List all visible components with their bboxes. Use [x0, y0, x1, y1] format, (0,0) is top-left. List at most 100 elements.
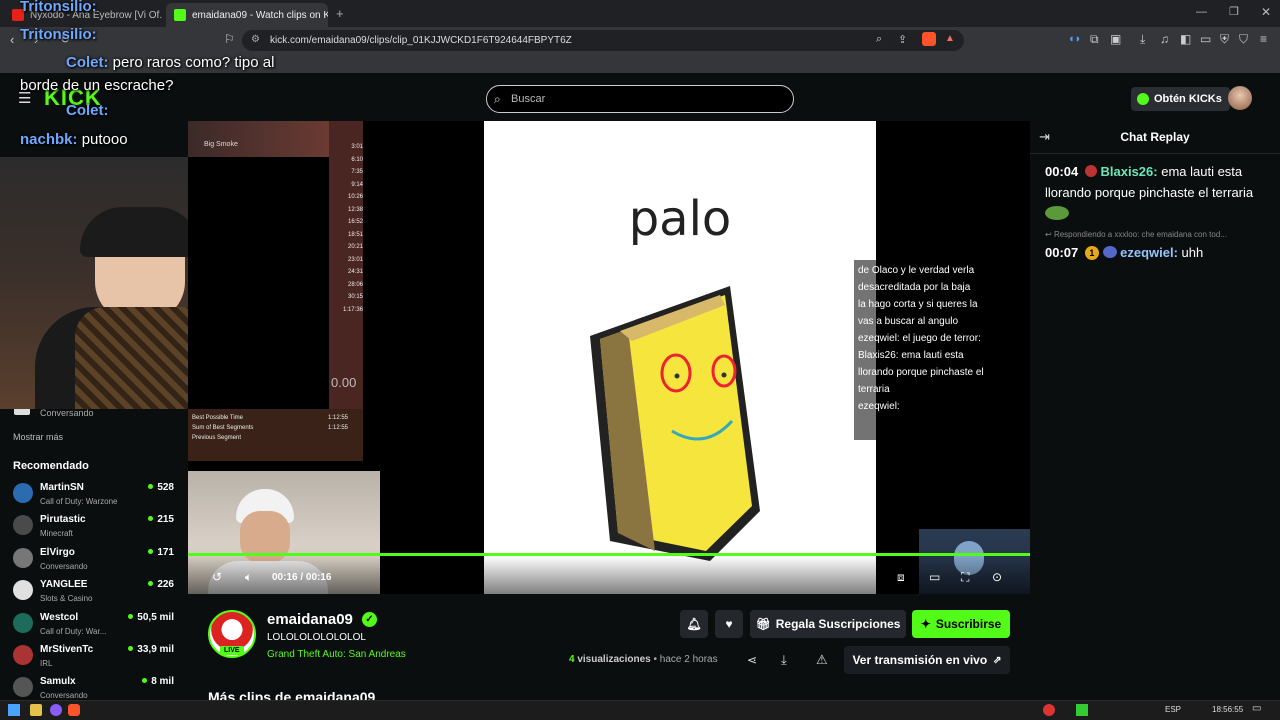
chat-username[interactable]: ezeqwiel:: [1120, 245, 1178, 260]
show-more-link[interactable]: Mostrar más: [13, 432, 63, 442]
chat-username[interactable]: Blaxis26:: [1101, 164, 1158, 179]
screenshot-icon[interactable]: ▣: [1110, 32, 1121, 46]
split-time: 28:06: [347, 281, 363, 288]
url-field[interactable]: ⚙ kick.com/emaidana09/clips/clip_01KJJWC…: [242, 30, 964, 51]
viewer-count: 33,9 mil: [128, 644, 174, 655]
clip-age: • hace 2 horas: [653, 654, 718, 665]
clip-settings-icon[interactable]: ⊙: [992, 570, 1002, 584]
gift-subs-button[interactable]: 🎁︎ Regala Suscripciones: [750, 610, 906, 638]
avatar: [13, 515, 33, 535]
sidebar-item-mrstiventc[interactable]: MrStivenTc IRL 33,9 mil: [13, 644, 183, 676]
bookmark-icon[interactable]: ⚐: [224, 32, 235, 46]
notifications-button[interactable]: 🔔︎: [680, 610, 708, 638]
notifications-icon[interactable]: ▭: [1252, 703, 1261, 714]
sidebar-icon[interactable]: ◧: [1180, 32, 1191, 46]
channel-name[interactable]: emaidana09: [267, 611, 353, 628]
channel-name: MartinSN: [40, 482, 84, 493]
puzzle-icon[interactable]: ⧉: [1090, 32, 1099, 47]
user-badge-icon: [1102, 246, 1117, 258]
sidebar-item-elvirgo[interactable]: ElVirgo Conversando 171: [13, 547, 183, 579]
vpn-icon[interactable]: ⛨: [1220, 32, 1229, 47]
share-icon[interactable]: ⇪: [898, 33, 907, 46]
avatar: [13, 645, 33, 665]
windows-start-icon[interactable]: [8, 704, 20, 716]
file-explorer-icon[interactable]: [30, 704, 42, 716]
live-dot-icon: [148, 484, 154, 489]
avatar: [13, 483, 33, 503]
channel-category: Conversando: [40, 562, 88, 571]
split-time: 9:14: [351, 181, 363, 188]
site-info-icon[interactable]: ⚙: [251, 34, 260, 45]
tray-icon[interactable]: [1076, 704, 1088, 716]
language-indicator[interactable]: ESP: [1165, 705, 1181, 714]
volume-icon[interactable]: 🔈︎: [245, 570, 252, 585]
theater-icon[interactable]: ▭: [929, 570, 940, 584]
live-badge: LIVE: [220, 646, 244, 655]
viewer-count-value: 171: [157, 547, 174, 558]
back-icon[interactable]: ‹: [10, 32, 14, 47]
subscribe-button[interactable]: ✦ Suscribirse: [912, 610, 1010, 638]
split-time: 23:01: [347, 256, 363, 263]
get-kicks-button[interactable]: Obtén KICKs: [1131, 87, 1230, 111]
follow-button[interactable]: ♥: [715, 610, 743, 638]
extension-icon[interactable]: ◖◗: [1068, 33, 1081, 45]
close-window-icon[interactable]: ✕: [1261, 5, 1271, 19]
split-footer-label: Sum of Best Segments: [192, 425, 254, 431]
menu-icon[interactable]: ≡: [1260, 32, 1267, 46]
viewer-count: 215: [148, 514, 174, 525]
viewer-count: 8 mil: [142, 676, 174, 687]
tab-active[interactable]: emaidana09 - Watch clips on Ki ✕: [166, 3, 328, 27]
sidebar-item-yanglee[interactable]: YANGLEE Slots & Casino 226: [13, 579, 183, 611]
time-display: 00:16 / 00:16: [272, 572, 332, 583]
maximize-icon[interactable]: ❐: [1229, 5, 1239, 18]
split-time: 3:01: [351, 144, 363, 150]
tray-icon[interactable]: [1043, 704, 1055, 716]
bell-icon: 🔔︎: [686, 617, 702, 631]
viewer-count-value: 50,5 mil: [137, 612, 174, 623]
split-footer-label: Previous Segment: [192, 435, 242, 441]
replay-icon[interactable]: ↺: [212, 570, 222, 584]
report-icon[interactable]: ⚠: [816, 652, 828, 668]
sidebar-item-westcol[interactable]: Westcol Call of Duty: War... 50,5 mil: [13, 612, 183, 644]
progress-bar[interactable]: [188, 553, 1030, 556]
overlay-chat-line: ezeqwiel: el juego de terror:: [858, 333, 981, 344]
share-icon[interactable]: ⋖: [747, 653, 757, 667]
chat-message: 00:07 1 ezeqwiel: uhh: [1045, 242, 1270, 263]
chat-text: uhh: [1181, 245, 1204, 260]
verified-icon: ✓: [362, 612, 377, 627]
minimize-icon[interactable]: —: [1196, 6, 1207, 18]
video-player[interactable]: Big Smoke 3:01 6:10 7:35 9:14 10:26 12:38 16:5…: [188, 121, 1030, 594]
game-link[interactable]: Grand Theft Auto: San Andreas: [267, 649, 406, 660]
app-icon[interactable]: [50, 704, 62, 716]
split-time: 16:52: [347, 219, 363, 225]
zoom-icon[interactable]: ⌕: [876, 33, 882, 46]
split-time: 20:21: [347, 244, 363, 250]
music-icon[interactable]: ♫: [1160, 32, 1169, 46]
shield-icon[interactable]: ⛉: [1239, 32, 1248, 47]
brave-browser-icon[interactable]: [68, 704, 80, 716]
chat-message: 00:04 Blaxis26: ema lauti esta llorando …: [1045, 161, 1270, 224]
brave-shield-icon[interactable]: [922, 32, 936, 46]
download-icon[interactable]: ⤓: [1140, 32, 1145, 47]
viewer-count-value: 226: [157, 579, 174, 590]
channel-category: Call of Duty: War...: [40, 627, 107, 636]
watch-live-button[interactable]: Ver transmisión en vivo ⇗: [844, 646, 1010, 674]
brave-rewards-icon[interactable]: ▲: [945, 33, 955, 44]
sidebar-item-pirutastic[interactable]: Pirutastic Minecraft 215: [13, 514, 183, 546]
heart-icon: ♥: [725, 617, 733, 631]
fullscreen-icon[interactable]: ⛶: [961, 570, 969, 585]
user-avatar[interactable]: [1228, 86, 1252, 110]
pip-icon[interactable]: ⧈: [897, 570, 905, 585]
sub-badge-icon: 1: [1084, 246, 1099, 260]
recommended-heading: Recomendado: [13, 460, 89, 472]
video-slide: palo: [484, 121, 876, 594]
wallet-icon[interactable]: ▭: [1200, 32, 1211, 46]
new-tab-icon[interactable]: +: [336, 6, 344, 21]
overlay-msg: nachbk: putooo: [20, 131, 128, 148]
sidebar-item-martinsn[interactable]: MartinSN Call of Duty: Warzone 528: [13, 482, 183, 514]
search-input[interactable]: ⌕ Buscar: [486, 85, 794, 113]
download-icon[interactable]: ⤓: [781, 652, 787, 668]
splits-footer: Best Possible Time Sum of Best Segments …: [188, 409, 363, 461]
split-label: Big Smoke: [204, 141, 238, 148]
viewer-count-value: 8 mil: [151, 676, 174, 687]
